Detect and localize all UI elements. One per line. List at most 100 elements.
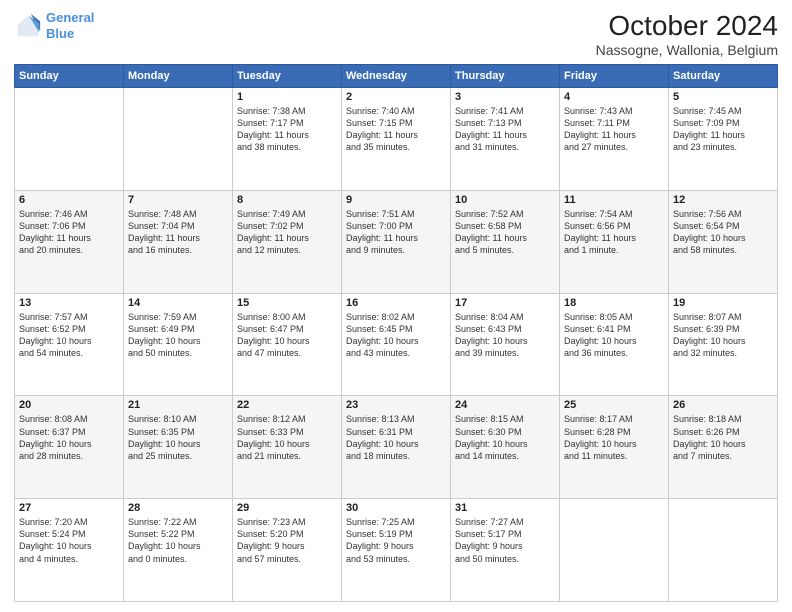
day-number: 6 [19, 194, 119, 206]
table-row: 11 Sunrise: 7:54 AM Sunset: 6:56 PM Dayli… [560, 190, 669, 293]
day-info: Sunrise: 8:13 AM Sunset: 6:31 PM Dayligh… [346, 413, 446, 462]
day-info: Sunrise: 7:54 AM Sunset: 6:56 PM Dayligh… [564, 208, 664, 257]
table-row: 17 Sunrise: 8:04 AM Sunset: 6:43 PM Dayli… [451, 293, 560, 396]
page: General Blue October 2024 Nassogne, Wall… [0, 0, 792, 612]
day-number: 11 [564, 194, 664, 206]
table-row: 12 Sunrise: 7:56 AM Sunset: 6:54 PM Dayli… [669, 190, 778, 293]
table-row: 4 Sunrise: 7:43 AM Sunset: 7:11 PM Daylig… [560, 88, 669, 191]
day-info: Sunrise: 7:48 AM Sunset: 7:04 PM Dayligh… [128, 208, 228, 257]
calendar-week-row: 6 Sunrise: 7:46 AM Sunset: 7:06 PM Daylig… [15, 190, 778, 293]
day-number: 31 [455, 502, 555, 514]
day-info: Sunrise: 8:17 AM Sunset: 6:28 PM Dayligh… [564, 413, 664, 462]
day-number: 24 [455, 399, 555, 411]
table-row [560, 499, 669, 602]
day-number: 28 [128, 502, 228, 514]
day-info: Sunrise: 8:08 AM Sunset: 6:37 PM Dayligh… [19, 413, 119, 462]
day-number: 8 [237, 194, 337, 206]
table-row: 18Sunrise: 8:05 AM Sunset: 6:41 PM Dayli… [560, 293, 669, 396]
day-number: 2 [346, 91, 446, 103]
day-number: 16 [346, 297, 446, 309]
day-number: 21 [128, 399, 228, 411]
day-number: 4 [564, 91, 664, 103]
day-info: Sunrise: 8:18 AM Sunset: 6:26 PM Dayligh… [673, 413, 773, 462]
table-row: 22Sunrise: 8:12 AM Sunset: 6:33 PM Dayli… [233, 396, 342, 499]
calendar-subtitle: Nassogne, Wallonia, Belgium [596, 42, 778, 58]
table-row [15, 88, 124, 191]
table-row: 3 Sunrise: 7:41 AM Sunset: 7:13 PM Daylig… [451, 88, 560, 191]
header-friday: Friday [560, 65, 669, 88]
day-info: Sunrise: 7:51 AM Sunset: 7:00 PM Dayligh… [346, 208, 446, 257]
calendar-table: Sunday Monday Tuesday Wednesday Thursday… [14, 64, 778, 602]
day-info: Sunrise: 7:45 AM Sunset: 7:09 PM Dayligh… [673, 105, 773, 154]
day-number: 15 [237, 297, 337, 309]
day-info: Sunrise: 7:38 AM Sunset: 7:17 PM Dayligh… [237, 105, 337, 154]
day-info: Sunrise: 7:27 AM Sunset: 5:17 PM Dayligh… [455, 516, 555, 565]
table-row: 1 Sunrise: 7:38 AM Sunset: 7:17 PM Daylig… [233, 88, 342, 191]
table-row: 8 Sunrise: 7:49 AM Sunset: 7:02 PM Daylig… [233, 190, 342, 293]
day-info: Sunrise: 7:22 AM Sunset: 5:22 PM Dayligh… [128, 516, 228, 565]
day-number: 9 [346, 194, 446, 206]
table-row [669, 499, 778, 602]
logo-icon [14, 12, 42, 40]
table-row: 29Sunrise: 7:23 AM Sunset: 5:20 PM Dayli… [233, 499, 342, 602]
logo-text: General Blue [46, 10, 94, 41]
header-tuesday: Tuesday [233, 65, 342, 88]
table-row: 5 Sunrise: 7:45 AM Sunset: 7:09 PM Daylig… [669, 88, 778, 191]
calendar-title: October 2024 [596, 10, 778, 42]
day-number: 10 [455, 194, 555, 206]
day-number: 29 [237, 502, 337, 514]
day-info: Sunrise: 8:12 AM Sunset: 6:33 PM Dayligh… [237, 413, 337, 462]
day-number: 5 [673, 91, 773, 103]
table-row: 6 Sunrise: 7:46 AM Sunset: 7:06 PM Daylig… [15, 190, 124, 293]
table-row: 25 Sunrise: 8:17 AM Sunset: 6:28 PM Dayli… [560, 396, 669, 499]
day-number: 1 [237, 91, 337, 103]
calendar-week-row: 20 Sunrise: 8:08 AM Sunset: 6:37 PM Dayli… [15, 396, 778, 499]
day-info: Sunrise: 7:46 AM Sunset: 7:06 PM Dayligh… [19, 208, 119, 257]
table-row: 21Sunrise: 8:10 AM Sunset: 6:35 PM Dayli… [124, 396, 233, 499]
header-saturday: Saturday [669, 65, 778, 88]
table-row: 14Sunrise: 7:59 AM Sunset: 6:49 PM Dayli… [124, 293, 233, 396]
day-info: Sunrise: 8:04 AM Sunset: 6:43 PM Dayligh… [455, 311, 555, 360]
day-number: 12 [673, 194, 773, 206]
day-number: 27 [19, 502, 119, 514]
day-number: 7 [128, 194, 228, 206]
day-info: Sunrise: 7:43 AM Sunset: 7:11 PM Dayligh… [564, 105, 664, 154]
logo: General Blue [14, 10, 94, 41]
table-row: 15 Sunrise: 8:00 AM Sunset: 6:47 PM Dayli… [233, 293, 342, 396]
table-row: 30Sunrise: 7:25 AM Sunset: 5:19 PM Dayli… [342, 499, 451, 602]
calendar-week-row: 27 Sunrise: 7:20 AM Sunset: 5:24 PM Dayli… [15, 499, 778, 602]
day-info: Sunrise: 7:56 AM Sunset: 6:54 PM Dayligh… [673, 208, 773, 257]
table-row: 19Sunrise: 8:07 AM Sunset: 6:39 PM Dayli… [669, 293, 778, 396]
weekday-header-row: Sunday Monday Tuesday Wednesday Thursday… [15, 65, 778, 88]
day-info: Sunrise: 8:00 AM Sunset: 6:47 PM Dayligh… [237, 311, 337, 360]
day-number: 17 [455, 297, 555, 309]
day-info: Sunrise: 8:15 AM Sunset: 6:30 PM Dayligh… [455, 413, 555, 462]
table-row: 20 Sunrise: 8:08 AM Sunset: 6:37 PM Dayli… [15, 396, 124, 499]
header-sunday: Sunday [15, 65, 124, 88]
table-row: 16Sunrise: 8:02 AM Sunset: 6:45 PM Dayli… [342, 293, 451, 396]
day-number: 26 [673, 399, 773, 411]
table-row [124, 88, 233, 191]
table-row: 10 Sunrise: 7:52 AM Sunset: 6:58 PM Dayli… [451, 190, 560, 293]
day-number: 25 [564, 399, 664, 411]
table-row: 31 Sunrise: 7:27 AM Sunset: 5:17 PM Dayli… [451, 499, 560, 602]
day-number: 3 [455, 91, 555, 103]
table-row: 2Sunrise: 7:40 AM Sunset: 7:15 PM Daylig… [342, 88, 451, 191]
table-row: 24 Sunrise: 8:15 AM Sunset: 6:30 PM Dayli… [451, 396, 560, 499]
table-row: 28 Sunrise: 7:22 AM Sunset: 5:22 PM Dayli… [124, 499, 233, 602]
day-number: 30 [346, 502, 446, 514]
day-info: Sunrise: 7:57 AM Sunset: 6:52 PM Dayligh… [19, 311, 119, 360]
day-number: 19 [673, 297, 773, 309]
header-monday: Monday [124, 65, 233, 88]
day-number: 20 [19, 399, 119, 411]
day-info: Sunrise: 7:59 AM Sunset: 6:49 PM Dayligh… [128, 311, 228, 360]
table-row: 26 Sunrise: 8:18 AM Sunset: 6:26 PM Dayli… [669, 396, 778, 499]
header: General Blue October 2024 Nassogne, Wall… [14, 10, 778, 58]
day-info: Sunrise: 7:20 AM Sunset: 5:24 PM Dayligh… [19, 516, 119, 565]
day-number: 23 [346, 399, 446, 411]
day-info: Sunrise: 7:52 AM Sunset: 6:58 PM Dayligh… [455, 208, 555, 257]
header-wednesday: Wednesday [342, 65, 451, 88]
day-info: Sunrise: 7:41 AM Sunset: 7:13 PM Dayligh… [455, 105, 555, 154]
day-info: Sunrise: 7:49 AM Sunset: 7:02 PM Dayligh… [237, 208, 337, 257]
day-number: 13 [19, 297, 119, 309]
